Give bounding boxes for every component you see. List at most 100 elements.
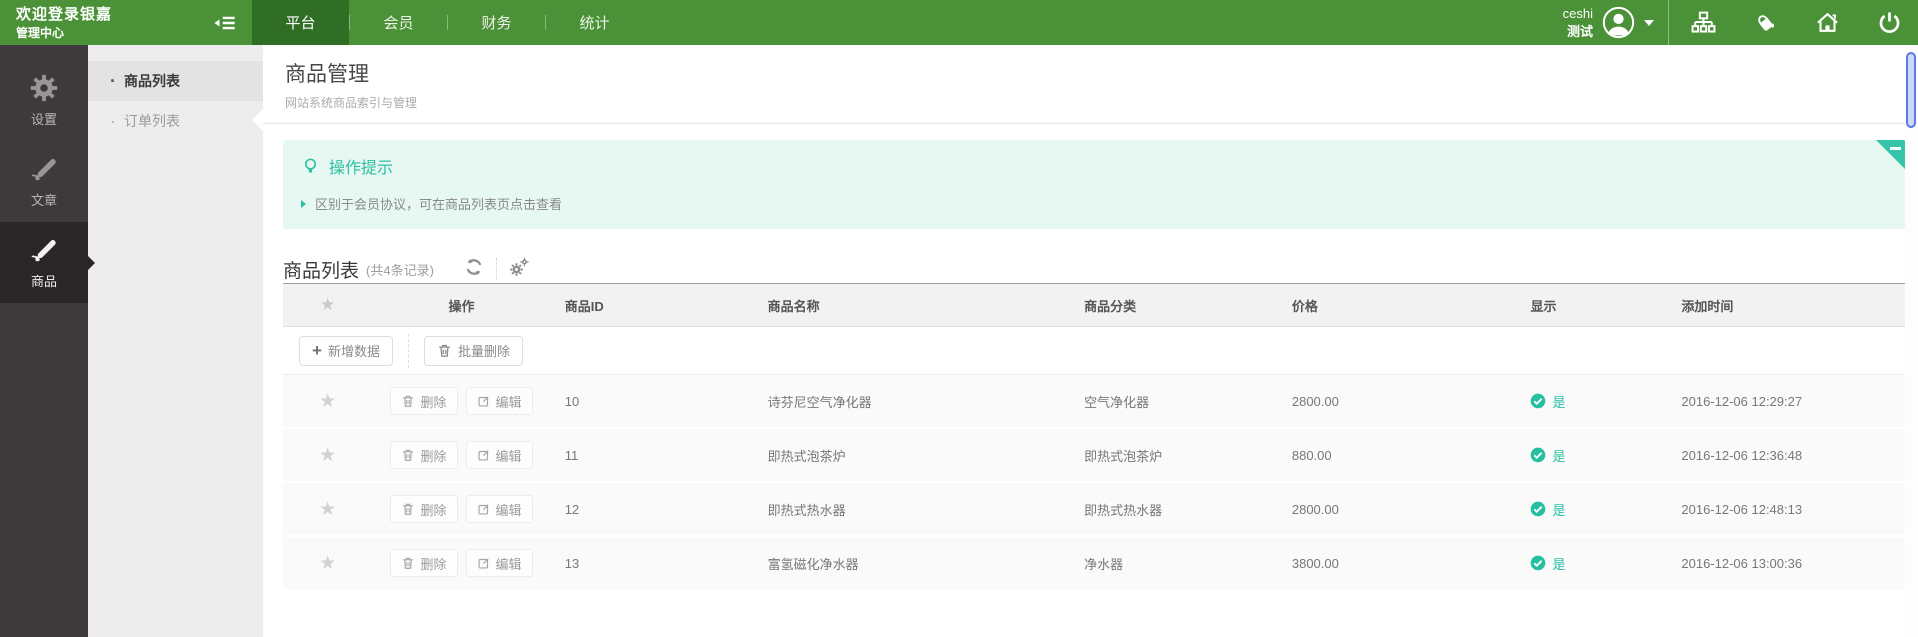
delete-button[interactable]: 删除: [390, 441, 458, 469]
page-scrollbar[interactable]: [1905, 46, 1918, 637]
cogs-icon: [510, 257, 529, 276]
col-price: 价格: [1291, 298, 1318, 314]
star-icon[interactable]: ★: [319, 552, 336, 575]
table-settings-button[interactable]: [509, 257, 529, 282]
star-icon[interactable]: ★: [319, 444, 336, 467]
product-id: 12: [564, 501, 580, 517]
product-price: 3800.00: [1291, 555, 1339, 571]
col-visible: 显示: [1530, 298, 1557, 314]
edit-button[interactable]: 编辑: [465, 549, 533, 577]
submenu-item-product-list[interactable]: · 商品列表: [88, 61, 263, 101]
product-name: 即热式热水器: [767, 502, 846, 518]
toolbar-separator: [407, 333, 409, 368]
active-item-arrow: [88, 255, 95, 270]
tips-collapse-corner[interactable]: [1876, 140, 1906, 170]
created-time: 2016-12-06 13:00:36: [1681, 555, 1803, 571]
refresh-icon: [466, 258, 482, 275]
product-price: 2800.00: [1291, 393, 1339, 409]
scrollbar-thumb[interactable]: [1906, 52, 1916, 128]
pen-icon: [31, 159, 56, 181]
sitemap-icon[interactable]: [1691, 10, 1716, 35]
refresh-button[interactable]: [464, 257, 484, 282]
delete-button[interactable]: 删除: [390, 495, 458, 523]
edit-button[interactable]: 编辑: [465, 441, 533, 469]
visible-value: 是: [1552, 448, 1566, 464]
product-category: 即热式泡茶炉: [1084, 448, 1163, 464]
tab-members[interactable]: 会员: [350, 0, 447, 45]
record-count: (共4条记录): [366, 262, 434, 278]
created-time: 2016-12-06 12:29:27: [1681, 393, 1803, 409]
trash-icon: [403, 449, 414, 461]
col-category: 商品分类: [1084, 298, 1137, 314]
avatar[interactable]: [1602, 6, 1635, 39]
product-price: 880.00: [1291, 447, 1332, 463]
home-icon[interactable]: [1815, 10, 1840, 35]
sidebar-item-products[interactable]: 商品: [0, 222, 95, 303]
page-subtitle: 网站系统商品索引与管理: [285, 96, 418, 110]
gear-icon: [30, 74, 58, 102]
top-bar: 欢迎登录银嘉 管理中心 平台 会员 财务 统计 ceshi 测试: [0, 0, 1918, 45]
product-category: 空气净化器: [1084, 394, 1150, 410]
edit-button[interactable]: 编辑: [465, 495, 533, 523]
trash-icon: [403, 395, 414, 407]
product-category: 即热式热水器: [1084, 502, 1163, 518]
edit-button[interactable]: 编辑: [465, 387, 533, 415]
visible-value: 是: [1552, 556, 1566, 572]
check-circle-icon: [1531, 501, 1546, 517]
star-icon[interactable]: ★: [319, 390, 336, 413]
submenu: · 商品列表 · 订单列表: [88, 45, 263, 637]
trash-icon: [403, 503, 414, 515]
star-icon[interactable]: ★: [319, 498, 336, 521]
edit-icon: [477, 396, 489, 407]
product-id: 10: [564, 393, 580, 409]
minus-icon[interactable]: [1890, 147, 1901, 150]
edit-icon: [477, 558, 489, 569]
product-id: 11: [564, 447, 579, 463]
col-created: 添加时间: [1681, 298, 1734, 314]
edit-icon: [477, 450, 489, 461]
tab-statistics[interactable]: 统计: [546, 0, 643, 45]
product-name: 即热式泡茶炉: [767, 448, 846, 464]
table-body: ★ 删除 编辑 10 诗芬尼空气净化器 空气净化器 2800.00 是 2016…: [283, 375, 1906, 591]
product-category: 净水器: [1084, 556, 1124, 572]
paint-icon[interactable]: [1753, 10, 1778, 35]
product-name: 富氢磁化净水器: [767, 556, 859, 572]
table-row: ★ 删除 编辑 11 即热式泡茶炉 即热式泡茶炉 880.00 是 2016-1…: [283, 429, 1906, 483]
batch-delete-button[interactable]: 批量删除: [423, 335, 523, 366]
delete-button[interactable]: 删除: [390, 549, 458, 577]
trash-icon: [439, 344, 450, 357]
table-toolbar: + 新增数据 批量删除: [283, 327, 1906, 375]
power-icon[interactable]: [1877, 10, 1902, 35]
table-row: ★ 删除 编辑 12 即热式热水器 即热式热水器 2800.00 是 2016-…: [283, 483, 1906, 537]
check-circle-icon: [1531, 447, 1546, 463]
plus-icon: +: [312, 341, 322, 360]
tips-line: 区别于会员协议，可在商品列表页点击查看: [301, 194, 1886, 213]
tab-platform[interactable]: 平台: [252, 0, 349, 45]
product-table: ★ 操作 商品ID 商品名称 商品分类 价格 显示 添加时间 + 新增数据 批量…: [283, 283, 1906, 591]
user-box[interactable]: ceshi 测试: [1563, 0, 1668, 45]
created-time: 2016-12-06 12:36:48: [1681, 447, 1803, 463]
tips-title-row: 操作提示: [301, 154, 1886, 178]
table-header-row: ★ 操作 商品ID 商品名称 商品分类 价格 显示 添加时间: [283, 283, 1906, 327]
main-content: 商品管理 网站系统商品索引与管理 操作提示 区别于会员协议，可在商品列表页点击查…: [252, 45, 1918, 637]
page-header: 商品管理 网站系统商品索引与管理: [263, 45, 1918, 124]
tips-title: 操作提示: [329, 160, 394, 177]
sidebar-item-settings[interactable]: 设置: [0, 60, 88, 141]
product-id: 13: [564, 555, 580, 571]
list-title: 商品列表: [283, 260, 360, 282]
tools-divider: [495, 258, 497, 280]
tips-panel: 操作提示 区别于会员协议，可在商品列表页点击查看: [283, 140, 1906, 229]
sidebar: 设置 文章 商品: [0, 45, 95, 637]
sidebar-item-articles[interactable]: 文章: [0, 141, 88, 222]
table-row: ★ 删除 编辑 10 诗芬尼空气净化器 空气净化器 2800.00 是 2016…: [283, 375, 1906, 429]
trash-icon: [403, 557, 414, 569]
delete-button[interactable]: 删除: [390, 387, 458, 415]
submenu-item-order-list[interactable]: · 订单列表: [88, 101, 263, 141]
star-icon: ★: [320, 295, 336, 314]
chevron-down-icon[interactable]: [1644, 19, 1654, 26]
tip-bullet-icon: [301, 199, 306, 208]
tab-finance[interactable]: 财务: [448, 0, 545, 45]
add-data-button[interactable]: + 新增数据: [299, 335, 393, 366]
sidebar-collapse-icon[interactable]: [212, 0, 238, 45]
